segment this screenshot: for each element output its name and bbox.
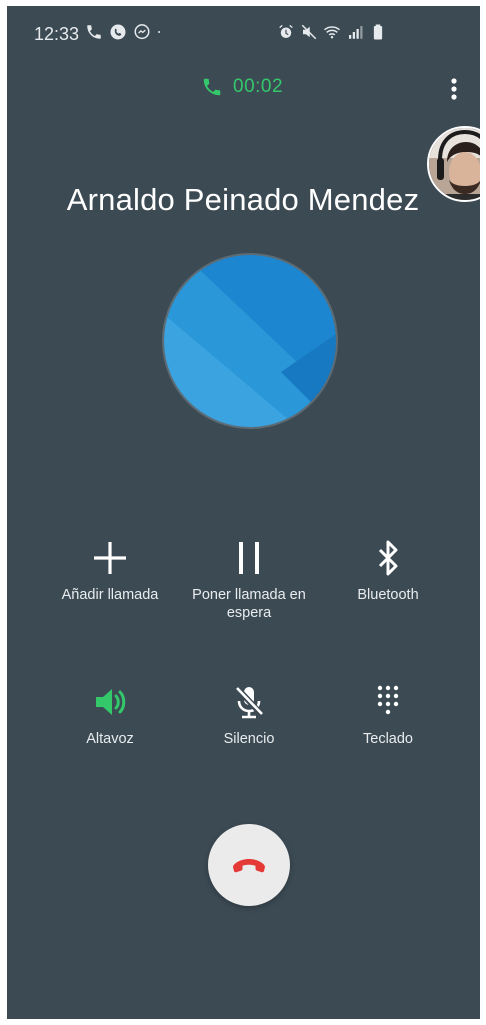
status-time: 12:33 bbox=[34, 24, 80, 44]
add-call-button[interactable]: Añadir llamada bbox=[35, 538, 185, 604]
end-call-icon bbox=[233, 859, 265, 873]
mute-label: Silencio bbox=[223, 731, 275, 747]
dot-icon bbox=[158, 31, 161, 33]
status-left-icons bbox=[85, 23, 167, 41]
call-timer: 00:02 bbox=[201, 76, 283, 98]
keypad-label: Teclado bbox=[363, 731, 413, 747]
messenger-icon bbox=[134, 24, 150, 40]
call-active-icon bbox=[203, 78, 221, 96]
add-icon bbox=[94, 542, 126, 574]
signal-icon bbox=[349, 26, 363, 39]
status-right-icons bbox=[277, 23, 387, 41]
hold-call-button[interactable]: Poner llamada en espera bbox=[174, 538, 324, 622]
bluetooth-button[interactable]: Bluetooth bbox=[313, 538, 463, 604]
mute-icon bbox=[301, 24, 317, 40]
add-call-label: Añadir llamada bbox=[61, 587, 159, 603]
bluetooth-label: Bluetooth bbox=[357, 587, 419, 603]
speaker-icon bbox=[96, 689, 126, 715]
wifi-icon bbox=[323, 26, 341, 39]
whatsapp-icon bbox=[110, 24, 126, 40]
battery-icon bbox=[373, 24, 383, 40]
contact-photo bbox=[162, 253, 338, 429]
mute-button[interactable]: Silencio bbox=[174, 682, 324, 748]
bluetooth-icon bbox=[378, 540, 398, 576]
mute-mic-icon bbox=[233, 684, 265, 719]
status-bar: 12:33 bbox=[7, 6, 480, 54]
keypad-button[interactable]: Teclado bbox=[313, 682, 463, 748]
pause-icon bbox=[239, 542, 259, 574]
contact-name: Arnaldo Peinado Mendez bbox=[66, 182, 420, 217]
phone-icon bbox=[87, 25, 101, 39]
end-call-button[interactable] bbox=[208, 824, 290, 906]
hold-call-label: Poner llamada en espera bbox=[192, 587, 306, 621]
call-duration: 00:02 bbox=[233, 76, 284, 97]
speaker-button[interactable]: Altavoz bbox=[35, 682, 185, 748]
call-screen: 12:33 00:02 Arnaldo Peinado Mendez Añadi… bbox=[7, 6, 480, 1019]
alarm-icon bbox=[279, 24, 293, 38]
more-options-icon[interactable] bbox=[444, 76, 464, 104]
speaker-label: Altavoz bbox=[86, 731, 134, 747]
keypad-icon bbox=[377, 685, 399, 715]
